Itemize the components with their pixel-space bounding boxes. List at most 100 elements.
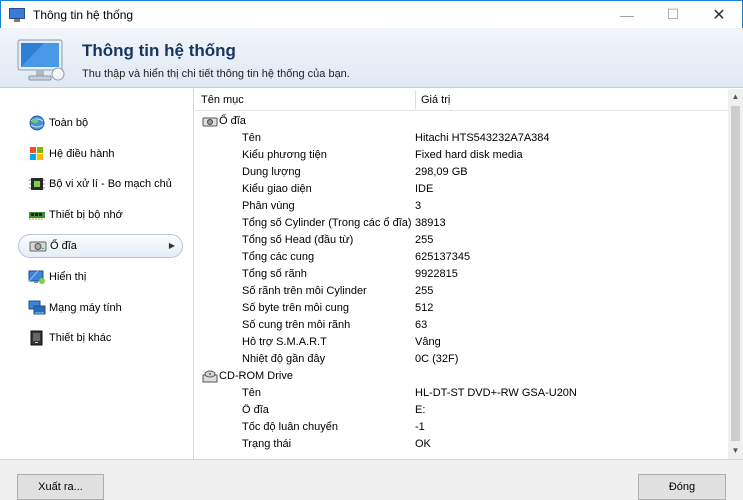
globe-icon <box>29 115 45 131</box>
sidebar-item-memory[interactable]: Thiết bị bộ nhớ <box>18 203 183 227</box>
row-value: Hitachi HTS543232A7A384 <box>415 132 550 144</box>
table-row[interactable]: Tổng số Head (đầu từ) 255 <box>195 232 728 249</box>
column-header-name[interactable]: Tên mục <box>201 94 244 106</box>
table-row[interactable]: Tốc độ luân chuyển -1 <box>195 419 728 436</box>
device-icon <box>30 330 43 346</box>
dialog-footer: Xuất ra... Đóng <box>0 459 743 500</box>
page-title: Thông tin hệ thống <box>82 41 236 60</box>
table-row[interactable]: Tên HL-DT-ST DVD+-RW GSA-U20N <box>195 385 728 402</box>
row-key: Số rãnh trên mỗi Cylinder <box>242 285 367 297</box>
row-key: Tổng số Cylinder (Trong các ổ đĩa) <box>242 217 412 229</box>
column-header-value[interactable]: Giá trị <box>421 94 450 106</box>
sidebar-item-network[interactable]: Mạng máy tính <box>18 296 183 320</box>
chip-icon <box>29 178 45 190</box>
table-row[interactable]: Kiểu phương tiện Fixed hard disk media <box>195 147 728 164</box>
table-row[interactable]: Ổ đĩa E: <box>195 402 728 419</box>
memory-stick-icon <box>29 212 45 220</box>
row-key: Phân vùng <box>242 200 295 212</box>
row-key: Dung lượng <box>242 166 301 178</box>
group-label: Ổ đĩa <box>219 115 246 127</box>
title-bar: Thông tin hệ thống — ☐ ✕ <box>0 0 743 28</box>
table-row[interactable]: Hỗ trợ S.M.A.R.T Vâng <box>195 334 728 351</box>
row-value: 512 <box>415 302 434 314</box>
row-key: Tốc độ luân chuyển <box>242 421 339 433</box>
row-value: 255 <box>415 234 434 246</box>
row-value: OK <box>415 438 431 450</box>
row-key: Nhiệt độ gần đây <box>242 353 326 365</box>
row-key: Kiểu giao diện <box>242 183 312 195</box>
export-button[interactable]: Xuất ra... <box>17 474 104 500</box>
header-banner: Thông tin hệ thống Thu thập và hiển thị … <box>0 28 743 88</box>
row-key: Tổng số Head (đầu từ) <box>242 234 354 246</box>
sidebar-item-display[interactable]: Hiển thị <box>18 265 183 289</box>
windows-logo-icon <box>30 147 43 160</box>
group-header[interactable]: CD-ROM Drive <box>195 368 728 385</box>
table-row[interactable]: Dung lượng 298,09 GB <box>195 164 728 181</box>
computer-monitor-icon <box>17 39 65 81</box>
table-row[interactable]: Tổng số Cylinder (Trong các ổ đĩa) 38913 <box>195 215 728 232</box>
display-icon <box>28 270 45 284</box>
hard-disk-icon <box>29 241 47 252</box>
close-button[interactable]: Đóng <box>638 474 726 500</box>
sidebar-item-label: Thiết bị bộ nhớ <box>49 209 123 221</box>
details-list: Ổ đĩa Tên Hitachi HTS543232A7A384 Kiểu ph… <box>195 113 728 453</box>
row-key: Tổng số rãnh <box>242 268 307 280</box>
table-row[interactable]: Trạng thái OK <box>195 436 728 453</box>
table-row[interactable]: Kiểu giao diện IDE <box>195 181 728 198</box>
sidebar-item-disk[interactable]: Ổ đĩa ▶ <box>18 234 183 258</box>
hard-disk-icon <box>202 117 218 127</box>
column-divider[interactable] <box>415 91 416 109</box>
scroll-thumb[interactable] <box>731 106 740 441</box>
table-row[interactable]: Nhiệt độ gần đây 0C (32F) <box>195 351 728 368</box>
minimize-button[interactable]: — <box>604 1 650 29</box>
row-key: Kiểu phương tiện <box>242 149 327 161</box>
row-key: Tên <box>242 387 261 399</box>
chevron-right-icon: ▶ <box>168 241 175 250</box>
network-icon <box>28 300 46 315</box>
sidebar-item-os[interactable]: Hệ điều hành <box>18 142 183 166</box>
row-key: Số cung trên mỗi rãnh <box>242 319 351 331</box>
sidebar-item-label: Hệ điều hành <box>49 148 115 160</box>
row-value: E: <box>415 404 426 416</box>
sidebar-item-other-devices[interactable]: Thiết bị khác <box>18 326 183 350</box>
row-key: Trạng thái <box>242 438 292 450</box>
table-row[interactable]: Phân vùng 3 <box>195 198 728 215</box>
sidebar-item-label: Mạng máy tính <box>49 302 122 314</box>
table-row[interactable]: Tên Hitachi HTS543232A7A384 <box>195 130 728 147</box>
table-row[interactable]: Tổng các cung 625137345 <box>195 249 728 266</box>
scroll-up-arrow-icon[interactable]: ▲ <box>728 89 743 105</box>
category-sidebar: Toàn bộ Hệ điều hành Bộ vi xử lí - Bo mạ… <box>0 89 194 459</box>
row-value: 3 <box>415 200 422 212</box>
group-label: CD-ROM Drive <box>219 370 293 382</box>
vertical-scrollbar[interactable]: ▲ ▼ <box>728 89 743 459</box>
sidebar-item-label: Toàn bộ <box>49 117 89 129</box>
sidebar-item-label: Thiết bị khác <box>49 332 112 344</box>
sidebar-item-label: Hiển thị <box>49 271 87 283</box>
table-header: Tên mục Giá trị <box>195 89 728 111</box>
group-header[interactable]: Ổ đĩa <box>195 113 728 130</box>
table-row[interactable]: Số rãnh trên mỗi Cylinder 255 <box>195 283 728 300</box>
row-key: Hỗ trợ S.M.A.R.T <box>242 336 327 348</box>
maximize-button[interactable]: ☐ <box>650 1 696 29</box>
table-row[interactable]: Tổng số rãnh 9922815 <box>195 266 728 283</box>
page-subtitle: Thu thập và hiển thị chi tiết thông tin … <box>82 68 350 80</box>
row-value: 38913 <box>415 217 446 229</box>
row-value: Fixed hard disk media <box>415 149 523 161</box>
row-value: 255 <box>415 285 434 297</box>
table-row[interactable]: Số cung trên mỗi rãnh 63 <box>195 317 728 334</box>
sidebar-item-all[interactable]: Toàn bộ <box>18 111 183 135</box>
details-panel: Tên mục Giá trị Ổ đĩa Tên Hitachi HTS5432… <box>195 89 743 459</box>
sidebar-item-cpu-motherboard[interactable]: Bộ vi xử lí - Bo mạch chủ <box>18 172 183 196</box>
row-value: 63 <box>415 319 428 331</box>
close-window-button[interactable]: ✕ <box>696 1 742 29</box>
row-value: 298,09 GB <box>415 166 468 178</box>
row-value: 625137345 <box>415 251 471 263</box>
row-key: Ổ đĩa <box>242 404 269 416</box>
row-value: IDE <box>415 183 434 195</box>
scroll-down-arrow-icon[interactable]: ▼ <box>728 443 743 459</box>
row-key: Số byte trên mỗi cung <box>242 302 350 314</box>
row-key: Tổng các cung <box>242 251 315 263</box>
window-title: Thông tin hệ thống <box>33 7 134 22</box>
table-row[interactable]: Số byte trên mỗi cung 512 <box>195 300 728 317</box>
row-value: 9922815 <box>415 268 458 280</box>
